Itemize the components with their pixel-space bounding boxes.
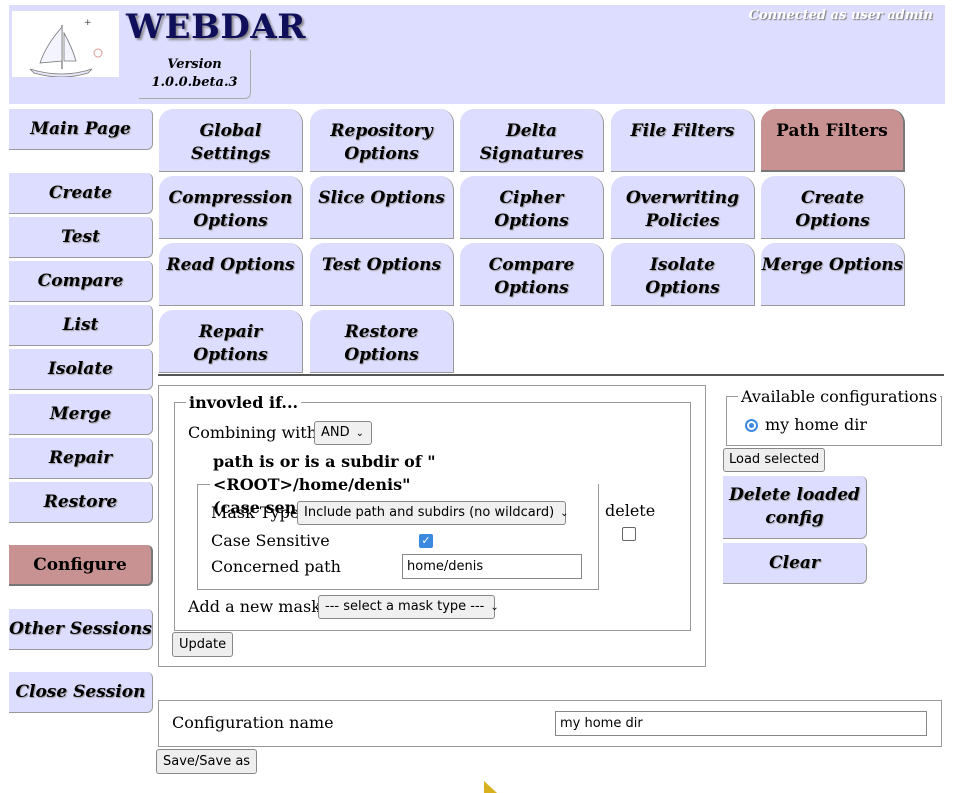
involved-if-legend: invovled if...: [189, 393, 299, 412]
tab-label-2: Signatures: [479, 144, 584, 164]
connection-status: Connected as user admin: [748, 8, 933, 23]
tab-label: File Filters: [630, 121, 735, 141]
sidebar-item-merge[interactable]: Merge: [9, 394, 153, 435]
tab-compare-options[interactable]: Compare Options: [460, 243, 604, 306]
sidebar-item-configure[interactable]: Configure: [9, 545, 153, 586]
sidebar-item-restore[interactable]: Restore: [9, 482, 153, 523]
sidebar-item-create[interactable]: Create: [9, 173, 153, 214]
delete-loaded-config-button[interactable]: Delete loaded config: [723, 476, 867, 539]
header-banner: + WEBDAR Version 1.0.0.beta.3 Connected …: [9, 5, 945, 104]
available-configurations-legend: Available configurations: [741, 387, 938, 406]
delete-config-line1: Delete loaded: [729, 485, 860, 505]
concerned-path-input[interactable]: home/denis: [402, 554, 582, 579]
tab-create-options[interactable]: Create Options: [761, 176, 905, 239]
sidebar-item-compare[interactable]: Compare: [9, 261, 153, 302]
sidebar-item-test[interactable]: Test: [9, 217, 153, 258]
add-mask-value: --- select a mask type ---: [325, 599, 485, 614]
delete-config-line2: config: [765, 508, 824, 528]
tab-label-2: Options: [344, 345, 419, 365]
config-radio-selected[interactable]: [745, 419, 758, 432]
tab-label: Slice Options: [318, 188, 445, 208]
tab-restore-options[interactable]: Restore Options: [310, 310, 454, 373]
case-sensitive-checkbox[interactable]: ✓: [419, 534, 433, 548]
tab-isolate-options[interactable]: Isolate Options: [611, 243, 755, 306]
configuration-name-input[interactable]: my home dir: [555, 711, 927, 736]
sidebar-item-isolate[interactable]: Isolate: [9, 349, 153, 390]
tab-read-options[interactable]: Read Options: [159, 243, 303, 306]
chevron-down-icon: ⌄: [560, 508, 569, 519]
tab-slice-options[interactable]: Slice Options: [310, 176, 454, 239]
sidebar-item-repair[interactable]: Repair: [9, 438, 153, 479]
mask-legend-line1: path is or is a subdir of "<ROOT>/home/d…: [213, 452, 436, 494]
clear-button[interactable]: Clear: [723, 543, 867, 584]
delete-label: delete: [605, 501, 656, 520]
chevron-down-icon: ⌄: [490, 602, 499, 613]
version-box: Version 1.0.0.beta.3: [139, 50, 251, 99]
tab-compression-options[interactable]: Compression Options: [159, 176, 303, 239]
tab-file-filters[interactable]: File Filters: [611, 109, 755, 172]
case-sensitive-label: Case Sensitive: [211, 531, 330, 550]
mask-type-select[interactable]: Include path and subdirs (no wildcard) ⌄: [297, 501, 569, 525]
tab-label: Test Options: [321, 255, 442, 275]
app-title: WEBDAR: [126, 7, 306, 47]
chevron-down-icon: ⌄: [355, 428, 365, 439]
tab-label: Merge Options: [761, 255, 904, 275]
tab-divider: [158, 374, 944, 376]
tab-label-2: Options: [344, 144, 419, 164]
tab-label: Delta: [506, 121, 557, 141]
sidebar-item-other-sessions[interactable]: Other Sessions: [9, 609, 153, 650]
tab-label-2: Policies: [645, 211, 720, 231]
version-number: 1.0.0.beta.3: [151, 75, 238, 90]
tab-repair-options[interactable]: Repair Options: [159, 310, 303, 373]
mouse-cursor-icon: [484, 781, 497, 793]
tab-label: Compare: [488, 255, 575, 275]
tab-test-options[interactable]: Test Options: [310, 243, 454, 306]
save-as-button[interactable]: Save/Save as: [156, 749, 258, 774]
tab-delta-signatures[interactable]: Delta Signatures: [460, 109, 604, 172]
combining-label: Combining with: [188, 423, 318, 442]
tab-cipher-options[interactable]: Cipher Options: [460, 176, 604, 239]
update-button[interactable]: Update: [172, 632, 234, 657]
configuration-name-label: Configuration name: [172, 713, 334, 732]
tab-label: Global Settings: [190, 121, 271, 164]
tab-repository-options[interactable]: Repository Options: [310, 109, 454, 172]
config-item-label: my home dir: [765, 415, 867, 434]
tab-label-2: Options: [193, 211, 268, 231]
tab-global-settings[interactable]: Global Settings: [159, 109, 303, 172]
add-mask-label: Add a new mask: [188, 597, 321, 616]
tab-merge-options[interactable]: Merge Options: [761, 243, 905, 306]
sailboat-logo: +: [12, 11, 119, 78]
mask-type-label: Mask Type: [211, 503, 300, 522]
tab-label: Overwriting: [625, 188, 740, 208]
tab-label: Repository: [330, 121, 433, 141]
sidebar-item-list[interactable]: List: [9, 305, 153, 346]
tab-label: Path Filters: [776, 121, 888, 141]
add-mask-select[interactable]: --- select a mask type --- ⌄: [318, 595, 499, 619]
tab-label: Isolate Options: [645, 255, 720, 298]
tab-label: Cipher Options: [494, 188, 569, 231]
tab-path-filters[interactable]: Path Filters: [761, 109, 905, 172]
delete-checkbox[interactable]: [622, 527, 636, 541]
tab-label-2: Options: [494, 278, 569, 298]
concerned-path-label: Concerned path: [211, 557, 341, 576]
tab-label: Create Options: [795, 188, 870, 231]
load-selected-button[interactable]: Load selected: [723, 448, 826, 472]
tab-label: Read Options: [166, 255, 295, 275]
sidebar-item-close-session[interactable]: Close Session: [9, 672, 153, 713]
tab-label: Repair Options: [193, 322, 268, 365]
sidebar-item-main-page[interactable]: Main Page: [9, 109, 153, 150]
mask-type-value: Include path and subdirs (no wildcard): [304, 505, 555, 520]
tab-label: Restore: [344, 322, 419, 342]
tab-overwriting-policies[interactable]: Overwriting Policies: [611, 176, 755, 239]
combining-value: AND: [321, 425, 350, 440]
tab-label: Compression: [168, 188, 293, 208]
combining-select[interactable]: AND ⌄: [314, 421, 372, 445]
version-label: Version: [167, 57, 222, 72]
svg-text:+: +: [84, 18, 92, 28]
